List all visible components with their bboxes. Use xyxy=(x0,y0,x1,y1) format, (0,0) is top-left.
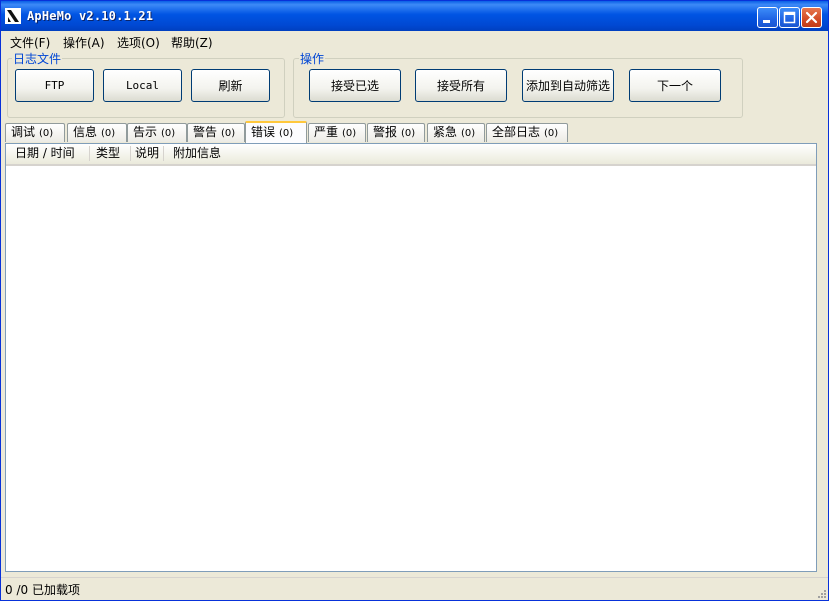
tab-label: 警告 xyxy=(193,125,218,139)
tab-notice[interactable]: 告示 (0) xyxy=(127,123,187,142)
column-description[interactable]: 说明 xyxy=(129,146,164,161)
tab-label: 全部日志 xyxy=(492,125,541,139)
tab-label: 调试 xyxy=(11,125,36,139)
close-button[interactable] xyxy=(801,7,822,28)
menu-help[interactable]: 帮助(Z) xyxy=(171,34,213,51)
next-button[interactable]: 下一个 xyxy=(629,69,721,102)
status-text: 0 /0 已加载项 xyxy=(5,583,80,597)
close-icon xyxy=(805,11,818,24)
tab-info[interactable]: 信息 (0) xyxy=(67,123,127,142)
tab-count: (0) xyxy=(461,128,476,139)
tab-critical[interactable]: 严重 (0) xyxy=(308,123,366,142)
list-header: 日期 / 时间 类型 说明 附加信息 xyxy=(6,144,816,166)
aphemo-app-icon[interactable] xyxy=(5,8,21,24)
minimize-button[interactable] xyxy=(757,7,778,28)
minimize-icon xyxy=(763,20,770,23)
tab-label: 信息 xyxy=(73,125,98,139)
column-type[interactable]: 类型 xyxy=(90,146,131,161)
menu-bar: 文件(F) 操作(A) 选项(O) 帮助(Z) xyxy=(1,31,828,51)
tab-label: 错误 xyxy=(251,125,276,139)
tab-count: (0) xyxy=(221,128,236,139)
refresh-button[interactable]: 刷新 xyxy=(191,69,270,102)
log-list[interactable]: 日期 / 时间 类型 说明 附加信息 xyxy=(5,143,817,572)
tab-label: 警报 xyxy=(373,125,398,139)
log-level-tabs: 调试 (0) 信息 (0) 告示 (0) 警告 (0) 错误 (0) 严重 (0) 警报 (0… xyxy=(5,121,825,143)
maximize-button[interactable] xyxy=(779,7,800,28)
ftp-button[interactable]: FTP xyxy=(15,69,94,102)
resize-grip-icon[interactable] xyxy=(816,588,826,598)
menu-file[interactable]: 文件(F) xyxy=(10,34,50,51)
tab-label: 紧急 xyxy=(433,125,458,139)
column-datetime[interactable]: 日期 / 时间 xyxy=(9,146,90,161)
tab-count: (0) xyxy=(279,128,294,139)
accept-selected-button[interactable]: 接受已选 xyxy=(309,69,401,102)
actions-group-title: 操作 xyxy=(299,50,326,67)
tab-count: (0) xyxy=(342,128,357,139)
tab-count: (0) xyxy=(544,128,559,139)
tab-error[interactable]: 错误 (0) xyxy=(245,121,307,143)
menu-action[interactable]: 操作(A) xyxy=(63,34,105,51)
status-bar: 0 /0 已加载项 xyxy=(1,577,828,600)
menu-options[interactable]: 选项(O) xyxy=(117,34,160,51)
title-bar[interactable]: ApHeMo v2.10.1.21 xyxy=(1,1,828,31)
tab-count: (0) xyxy=(161,128,176,139)
column-extra-info[interactable]: 附加信息 xyxy=(167,146,233,161)
tab-emergency[interactable]: 紧急 (0) xyxy=(427,123,485,142)
tab-alert[interactable]: 警报 (0) xyxy=(367,123,425,142)
tab-count: (0) xyxy=(101,128,116,139)
logfile-group-title: 日志文件 xyxy=(12,50,63,67)
tab-label: 严重 xyxy=(314,125,339,139)
app-window: ApHeMo v2.10.1.21 文件(F) 操作(A) 选项(O) 帮助(Z… xyxy=(0,0,829,601)
local-button[interactable]: Local xyxy=(103,69,182,102)
maximize-icon xyxy=(783,11,796,24)
tab-all-logs[interactable]: 全部日志 (0) xyxy=(486,123,568,142)
tab-count: (0) xyxy=(401,128,416,139)
tab-label: 告示 xyxy=(133,125,158,139)
tab-warning[interactable]: 警告 (0) xyxy=(187,123,245,142)
window-title: ApHeMo v2.10.1.21 xyxy=(27,9,154,23)
tab-count: (0) xyxy=(39,128,54,139)
tab-debug[interactable]: 调试 (0) xyxy=(5,123,65,142)
accept-all-button[interactable]: 接受所有 xyxy=(415,69,507,102)
add-to-auto-filter-button[interactable]: 添加到自动筛选 xyxy=(522,69,614,102)
